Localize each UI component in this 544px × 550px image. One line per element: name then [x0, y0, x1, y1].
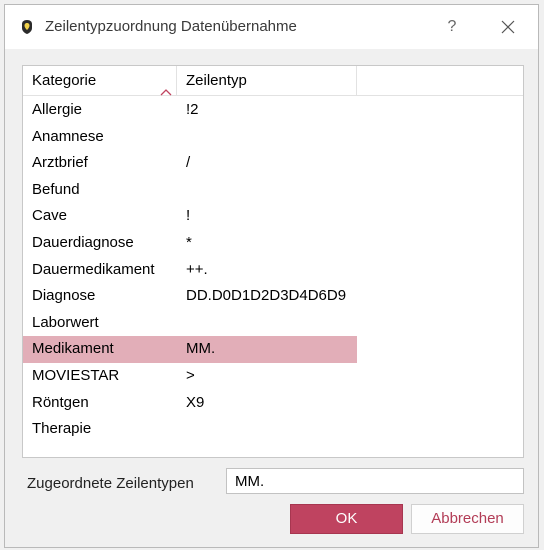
- cell-zeilentyp: !2: [186, 101, 199, 118]
- cell-kategorie: Arztbrief: [32, 154, 88, 172]
- ok-button[interactable]: OK: [290, 504, 403, 534]
- sort-ascending-icon: [160, 77, 172, 96]
- dialog-window: Zeilentypzuordnung Datenübernahme ? Kate…: [4, 4, 539, 548]
- cell-zeilentyp: [177, 124, 357, 151]
- assigned-types-input[interactable]: [226, 468, 524, 494]
- cell-zeilentyp: ++.: [186, 260, 208, 278]
- table-row[interactable]: Allergie !2: [23, 97, 523, 124]
- close-icon[interactable]: [497, 16, 519, 38]
- cell-kategorie: Diagnose: [32, 287, 96, 305]
- table-row[interactable]: MOVIESTAR >: [23, 363, 523, 390]
- category-table[interactable]: Kategorie Zeilentyp Allergie !2 Anamnese Ar…: [22, 65, 524, 458]
- table-row[interactable]: Medikament MM.: [23, 336, 523, 363]
- column-header-label: Zeilentyp: [186, 72, 247, 89]
- table-row[interactable]: Anamnese: [23, 124, 523, 151]
- cell-zeilentyp: X9: [186, 393, 205, 411]
- cell-zeilentyp: /: [186, 154, 191, 172]
- column-header-zeilentyp[interactable]: Zeilentyp: [177, 66, 357, 96]
- cell-kategorie: Befund: [32, 180, 80, 198]
- table-row[interactable]: Dauermedikament ++.: [23, 257, 523, 284]
- shield-icon: [19, 19, 35, 35]
- cell-zeilentyp: [177, 310, 357, 337]
- assigned-types-label: Zugeordnete Zeilentypen: [27, 475, 194, 492]
- table-row[interactable]: Cave!: [23, 203, 523, 230]
- cell-kategorie: Anamnese: [32, 127, 104, 145]
- cell-kategorie: Dauerdiagnose: [32, 233, 134, 251]
- cell-kategorie: Dauermedikament: [32, 260, 155, 278]
- table-row[interactable]: Laborwert: [23, 310, 523, 337]
- dialog-body: Kategorie Zeilentyp Allergie !2 Anamnese Ar…: [5, 49, 538, 547]
- cell-kategorie: Cave: [32, 207, 68, 225]
- table-rows: Allergie !2 Anamnese Arztbrief / Befund Cave! D…: [23, 97, 523, 443]
- table-row[interactable]: Arztbrief /: [23, 150, 523, 177]
- column-header-kategorie[interactable]: Kategorie: [23, 66, 177, 96]
- cell-zeilentyp: MM.: [177, 336, 357, 363]
- table-row[interactable]: Röntgen X9: [23, 390, 523, 417]
- table-row[interactable]: Therapie: [23, 416, 523, 443]
- cell-zeilentyp: DD.D0D1D2D3D4D6D9: [186, 287, 347, 305]
- cell-zeilentyp: [177, 177, 357, 204]
- cell-kategorie: Allergie: [32, 101, 83, 118]
- table-row[interactable]: Befund: [23, 177, 523, 204]
- cell-kategorie: MOVIESTAR: [32, 366, 120, 384]
- cancel-button[interactable]: Abbrechen: [411, 504, 524, 534]
- cell-kategorie: Röntgen: [32, 393, 89, 411]
- cell-zeilentyp: >: [186, 366, 195, 384]
- title-bar: Zeilentypzuordnung Datenübernahme ?: [5, 5, 538, 49]
- table-header: Kategorie Zeilentyp: [23, 66, 523, 96]
- cell-kategorie: Therapie: [32, 420, 92, 438]
- help-button[interactable]: ?: [441, 15, 463, 39]
- table-row[interactable]: Dauerdiagnose *: [23, 230, 523, 257]
- table-row[interactable]: Diagnose DD.D0D1D2D3D4D6D9: [23, 283, 523, 310]
- cell-zeilentyp: !: [186, 207, 191, 225]
- cell-zeilentyp: [177, 416, 357, 443]
- cell-kategorie: Medikament: [23, 336, 177, 363]
- cell-zeilentyp: *: [186, 233, 192, 251]
- column-header-label: Kategorie: [32, 72, 97, 89]
- cell-kategorie: Laborwert: [32, 313, 99, 331]
- dialog-title: Zeilentypzuordnung Datenübernahme: [45, 18, 297, 35]
